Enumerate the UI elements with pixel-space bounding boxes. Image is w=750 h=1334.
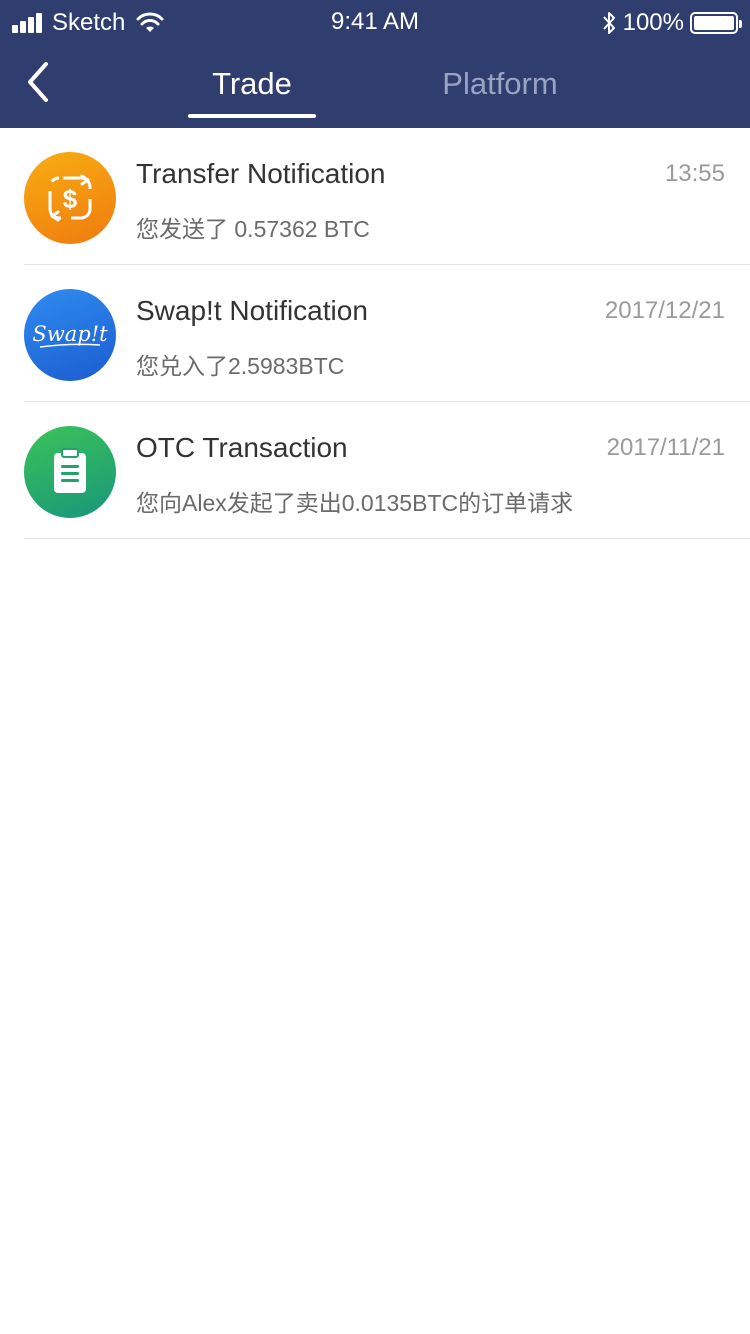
notification-time: 2017/12/21 — [604, 297, 725, 324]
notification-item-transfer[interactable]: $ Transfer Notification 13:55 您发送了 0.573… — [0, 128, 750, 265]
notification-message: 您向Alex发起了卖出0.0135BTC的订单请求 — [136, 490, 574, 516]
notification-list: $ Transfer Notification 13:55 您发送了 0.573… — [0, 128, 750, 539]
notification-time: 13:55 — [664, 160, 725, 187]
svg-text:$: $ — [63, 184, 78, 214]
svg-text:Swap!t: Swap!t — [32, 322, 108, 346]
row-divider — [24, 538, 750, 539]
notification-item-swapit[interactable]: Swap!t Swap!t Notification 2017/12/21 您兑… — [0, 265, 750, 402]
active-tab-indicator — [188, 114, 316, 118]
notification-item-otc[interactable]: OTC Transaction 2017/11/21 您向Alex发起了卖出0.… — [0, 402, 750, 539]
notification-title: OTC Transaction — [136, 432, 348, 463]
notification-time: 2017/11/21 — [606, 434, 725, 461]
notification-message: 您发送了 0.57362 BTC — [136, 216, 370, 242]
swapit-logo-icon: Swap!t — [24, 289, 116, 381]
battery-icon — [690, 12, 742, 34]
notification-title: Swap!t Notification — [136, 295, 368, 326]
tab-platform[interactable]: Platform — [420, 66, 580, 106]
bluetooth-icon — [602, 12, 615, 34]
notification-title: Transfer Notification — [136, 158, 386, 189]
status-bar: Sketch 9:41 AM 100% — [0, 0, 750, 44]
clipboard-icon — [24, 426, 116, 518]
app-header: Sketch 9:41 AM 100% Trade Platform — [0, 0, 750, 128]
status-right: 100% — [601, 8, 742, 38]
back-button[interactable] — [20, 58, 60, 106]
battery-percent: 100% — [622, 9, 684, 36]
tab-trade[interactable]: Trade — [188, 66, 316, 106]
dollar-exchange-icon: $ — [24, 152, 116, 244]
chevron-left-icon — [28, 62, 48, 102]
notification-message: 您兑入了2.5983BTC — [136, 353, 345, 379]
nav-bar: Trade Platform — [0, 44, 750, 128]
